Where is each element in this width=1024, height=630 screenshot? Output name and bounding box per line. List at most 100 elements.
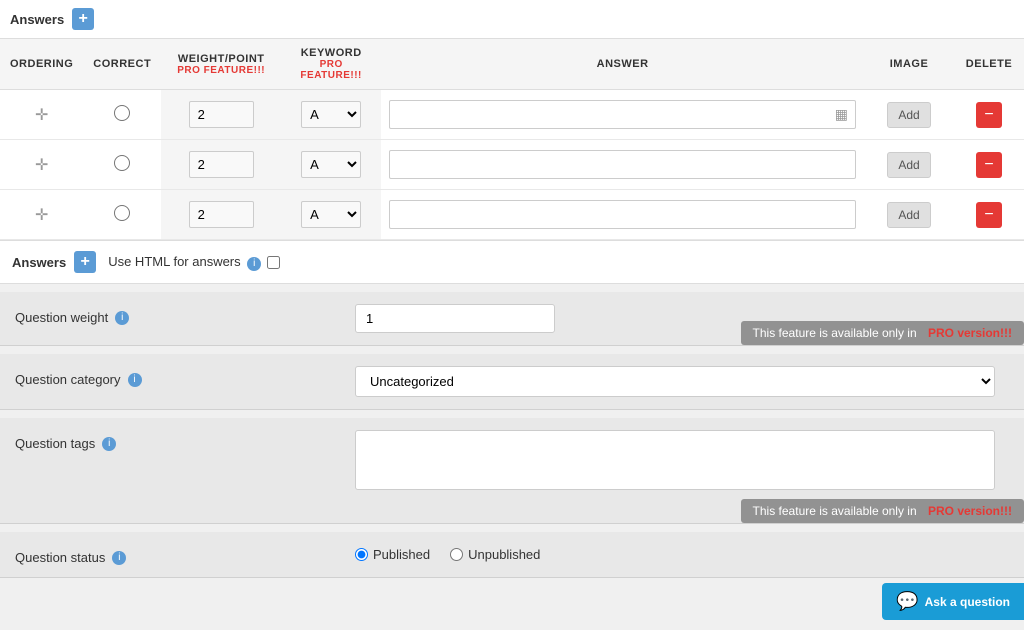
ordering-cell: ✛	[0, 90, 83, 140]
th-image: IMAGE	[864, 39, 954, 90]
weight-cell	[161, 140, 281, 190]
question-status-section: Question status i Published Unpublished	[0, 532, 1024, 578]
question-tags-label: Question tags i	[15, 430, 355, 451]
table-row: ✛ A B C ▦ Add	[0, 90, 1024, 140]
chat-icon: 💬	[896, 591, 918, 612]
keyword-cell: A B C	[281, 140, 381, 190]
question-category-select[interactable]: Uncategorized Category 1 Category 2	[355, 366, 995, 397]
correct-cell	[83, 90, 161, 140]
question-tags-input[interactable]	[355, 430, 995, 490]
question-status-label: Question status i	[15, 544, 355, 565]
weight-cell	[161, 190, 281, 240]
html-info-icon: i	[247, 257, 261, 271]
status-published-label: Published	[373, 547, 430, 562]
section-divider-1	[0, 284, 1024, 292]
tags-info-icon: i	[102, 437, 116, 451]
answers-bottom-label: Answers	[12, 255, 66, 270]
question-status-row: Question status i Published Unpublished	[15, 544, 1009, 565]
add-image-button-1[interactable]: Add	[887, 102, 930, 128]
answers-header-label: Answers	[10, 12, 64, 27]
ask-question-button[interactable]: 💬 Ask a question	[882, 583, 1024, 620]
status-unpublished-option[interactable]: Unpublished	[450, 547, 540, 562]
delete-cell: −	[954, 190, 1024, 240]
correct-radio-1[interactable]	[114, 105, 130, 121]
status-options: Published Unpublished	[355, 547, 540, 562]
th-keyword: KEYWORD PRO Feature!!!	[281, 39, 381, 90]
question-tags-row: Question tags i	[15, 430, 1009, 493]
keyword-select-3[interactable]: A B C	[301, 201, 361, 228]
answer-cell	[381, 140, 864, 190]
th-ordering: ORDERING	[0, 39, 83, 90]
th-correct: CORRECT	[83, 39, 161, 90]
add-answer-button-bottom[interactable]: +	[74, 251, 96, 273]
weight-pro-banner: This feature is available only in PRO ve…	[741, 321, 1024, 345]
delete-cell: −	[954, 90, 1024, 140]
keyword-select-1[interactable]: A B C	[301, 101, 361, 128]
status-info-icon: i	[112, 551, 126, 565]
status-published-option[interactable]: Published	[355, 547, 430, 562]
question-weight-input[interactable]	[355, 304, 555, 333]
tags-pro-text: PRO version!!!	[928, 504, 1012, 518]
answers-header-row: Answers +	[0, 0, 1024, 39]
table-row: ✛ A B C Add	[0, 140, 1024, 190]
drag-handle[interactable]: ✛	[35, 157, 48, 174]
media-icon: ▦	[835, 106, 848, 123]
status-unpublished-label: Unpublished	[468, 547, 540, 562]
correct-radio-2[interactable]	[114, 155, 130, 171]
weight-cell	[161, 90, 281, 140]
answer-input-3[interactable]	[389, 200, 856, 229]
correct-radio-3[interactable]	[114, 205, 130, 221]
html-checkbox[interactable]	[267, 256, 280, 269]
answers-bottom-bar: Answers + Use HTML for answers i	[0, 240, 1024, 284]
weight-input-1[interactable]	[189, 101, 254, 128]
correct-cell	[83, 140, 161, 190]
html-label: Use HTML for answers i	[108, 254, 261, 271]
th-weight: WEIGHT/POINT PRO Feature!!!	[161, 39, 281, 90]
add-image-button-3[interactable]: Add	[887, 202, 930, 228]
status-published-radio[interactable]	[355, 548, 368, 561]
image-cell: Add	[864, 190, 954, 240]
th-delete: DELETE	[954, 39, 1024, 90]
answer-input-2[interactable]	[389, 150, 856, 179]
drag-handle[interactable]: ✛	[35, 107, 48, 124]
category-info-icon: i	[128, 373, 142, 387]
question-category-label: Question category i	[15, 366, 355, 387]
keyword-cell: A B C	[281, 190, 381, 240]
question-tags-section: Question tags i This feature is availabl…	[0, 418, 1024, 524]
weight-pro-text: PRO version!!!	[928, 326, 1012, 340]
question-tags-control	[355, 430, 1009, 493]
weight-input-2[interactable]	[189, 151, 254, 178]
th-keyword-pro: PRO Feature!!!	[291, 59, 371, 81]
question-category-row: Question category i Uncategorized Catego…	[15, 366, 1009, 397]
section-divider-4	[0, 524, 1024, 532]
section-divider-3	[0, 410, 1024, 418]
th-answer: ANSWER	[381, 39, 864, 90]
th-weight-pro: PRO Feature!!!	[171, 65, 271, 76]
image-cell: Add	[864, 140, 954, 190]
ask-question-label: Ask a question	[925, 595, 1010, 609]
keyword-select-2[interactable]: A B C	[301, 151, 361, 178]
add-answer-button-top[interactable]: +	[72, 8, 94, 30]
add-image-button-2[interactable]: Add	[887, 152, 930, 178]
question-category-control: Uncategorized Category 1 Category 2	[355, 366, 1009, 397]
status-unpublished-radio[interactable]	[450, 548, 463, 561]
delete-button-1[interactable]: −	[976, 102, 1002, 128]
drag-handle[interactable]: ✛	[35, 207, 48, 224]
ordering-cell: ✛	[0, 190, 83, 240]
answer-cell: ▦	[381, 90, 864, 140]
delete-button-3[interactable]: −	[976, 202, 1002, 228]
image-cell: Add	[864, 90, 954, 140]
delete-cell: −	[954, 140, 1024, 190]
weight-input-3[interactable]	[189, 201, 254, 228]
main-container: Answers + ORDERING CORRECT WEIGHT/POINT …	[0, 0, 1024, 578]
correct-cell	[83, 190, 161, 240]
answers-table: ORDERING CORRECT WEIGHT/POINT PRO Featur…	[0, 39, 1024, 240]
keyword-cell: A B C	[281, 90, 381, 140]
question-weight-label: Question weight i	[15, 304, 355, 325]
weight-info-icon: i	[115, 311, 129, 325]
question-category-section: Question category i Uncategorized Catego…	[0, 354, 1024, 410]
delete-button-2[interactable]: −	[976, 152, 1002, 178]
question-weight-section: Question weight i This feature is availa…	[0, 292, 1024, 346]
ordering-cell: ✛	[0, 140, 83, 190]
answer-input-1[interactable]	[389, 100, 856, 129]
